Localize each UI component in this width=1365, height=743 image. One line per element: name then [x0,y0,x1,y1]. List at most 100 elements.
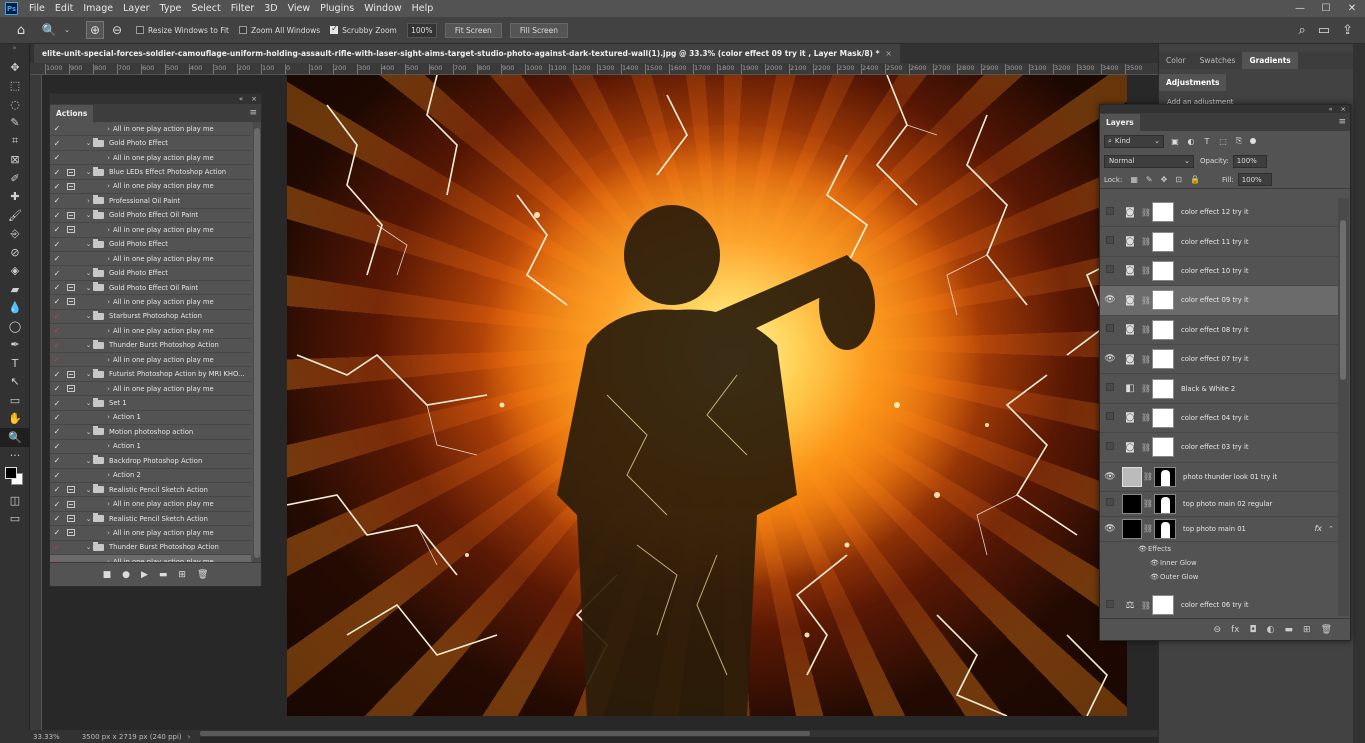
visibility-toggle[interactable]: 👁 [1100,472,1120,482]
toggle-item-checkbox[interactable]: ✓ [50,312,64,321]
action-set-row[interactable]: ✓ ⌄ Gold Photo Effect [50,266,251,281]
layer-name[interactable]: top photo main 01 [1183,525,1246,533]
scrollbar-thumb[interactable] [200,731,810,736]
chain-link-icon[interactable]: ⛓ [1140,443,1152,452]
action-row[interactable]: ✓ › Action 1 [50,439,251,455]
visibility-toggle[interactable] [1100,441,1120,453]
layer-row[interactable]: ◙ ⛓ color effect 12 try it [1100,198,1338,228]
action-set-row[interactable]: ✓ ⌄ Gold Photo Effect Oil Paint [50,280,251,296]
expand-arrow-icon[interactable]: › [104,413,113,421]
eye-icon[interactable]: 👁 [1104,295,1115,305]
visibility-toggle[interactable] [1100,383,1120,394]
action-row[interactable]: ✓ › All in one play action play me [50,122,251,137]
chain-link-icon[interactable]: ⛓ [1140,413,1152,422]
visibility-empty-box[interactable] [1106,441,1114,450]
visibility-toggle[interactable] [1100,324,1120,335]
expand-arrow-icon[interactable]: › [104,500,113,508]
layer-row[interactable]: ◙ ⛓ color effect 04 try it [1100,404,1338,434]
link-layers-button[interactable]: ⊖ [1213,625,1221,635]
eye-icon[interactable]: 👁 [1150,573,1160,581]
dialog-toggle[interactable] [64,324,78,337]
visibility-toggle[interactable] [1100,265,1120,276]
dialog-toggle[interactable] [64,209,78,222]
dialog-toggle[interactable] [64,497,78,510]
zoom-tool-icon[interactable]: 🔍 [0,428,30,447]
fx-icon[interactable]: fx [1314,524,1322,533]
pixel-filter-icon[interactable]: ▣ [1170,136,1180,146]
expand-arrow-icon[interactable]: › [104,442,113,450]
dodge-tool-icon[interactable]: ◯ [0,317,30,336]
effects-row[interactable]: 👁 Effects [1100,542,1338,556]
dialog-toggle[interactable] [64,122,78,135]
expand-arrow-icon[interactable]: ⌄ [84,486,93,494]
layer-mask-thumbnail[interactable] [1152,202,1174,223]
layer-row[interactable]: ◙ ⛓ color effect 03 try it [1100,433,1338,463]
layer-name[interactable]: top photo main 02 regular [1183,500,1272,508]
eye-icon[interactable]: 👁 [1138,545,1148,553]
action-row[interactable]: ✓ › All in one play action play me [50,497,251,512]
layer-mask-thumbnail[interactable] [1152,319,1174,340]
dialog-toggle[interactable] [64,295,78,308]
layer-thumbnail[interactable] [1122,466,1142,487]
new-adjustment-button[interactable]: ◐ [1267,625,1275,635]
scrubby-zoom-checkbox[interactable]: Scrubby Zoom [330,24,397,35]
layer-row[interactable]: 👁 ⛓ top photo main 01 fx ⌃ [1100,517,1338,542]
action-set-row[interactable]: ✓ ⌄ Motion photoshop action [50,425,251,440]
toggle-item-checkbox[interactable]: ✓ [50,442,64,451]
type-filter-icon[interactable]: T [1202,136,1212,146]
toggle-item-checkbox[interactable]: ✓ [50,168,64,177]
dialog-toggle[interactable] [64,382,78,395]
layer-row[interactable]: ⛓ top photo main 02 regular [1100,492,1338,517]
eyedropper-tool-icon[interactable]: ✐ [0,169,30,188]
expand-arrow-icon[interactable]: ⌄ [84,312,93,320]
menu-view[interactable]: View [283,3,316,14]
layers-scrollbar[interactable] [1338,198,1349,616]
chain-link-icon[interactable]: ⛓ [1142,524,1154,533]
checkbox-box-checked[interactable] [330,24,339,34]
panel-menu-icon[interactable]: ≡ [1338,117,1346,127]
tab-actions[interactable]: Actions [50,105,94,122]
chain-link-icon[interactable]: ⛓ [1140,237,1152,246]
layer-row[interactable]: ⚖ ⛓ color effect 06 try it [1100,591,1338,616]
visibility-toggle[interactable]: 👁 [1100,354,1120,364]
layer-thumbnail[interactable] [1122,493,1142,514]
menu-type[interactable]: Type [155,3,187,14]
layer-row[interactable]: ◙ ⛓ color effect 08 try it [1100,316,1338,345]
move-tool-icon[interactable]: ✥ [0,58,30,77]
visibility-empty-box[interactable] [1106,412,1114,421]
toggle-item-checkbox[interactable]: ✓ [50,153,64,162]
dialog-toggle[interactable] [64,310,78,323]
checkbox-box[interactable] [238,26,247,34]
dialog-toggle[interactable] [64,136,78,149]
layer-name[interactable]: photo thunder look 01 try it [1183,473,1277,481]
foreground-color-swatch[interactable] [5,467,17,479]
visibility-empty-box[interactable] [1106,383,1114,392]
eraser-tool-icon[interactable]: ◈ [0,262,30,281]
action-set-row[interactable]: ✓ ⌄ Blue LEDs Effect Photoshop Action [50,165,251,180]
action-row[interactable]: ✓ › Action 1 [50,410,251,426]
menu-edit[interactable]: Edit [50,3,78,14]
dialog-toggle[interactable] [64,223,78,236]
type-tool-icon[interactable]: T [0,354,30,373]
expand-arrow-icon[interactable]: ⌄ [84,515,93,523]
expand-arrow-icon[interactable]: ⌄ [84,341,93,349]
zoom-in-icon[interactable]: ⊕ [86,21,104,39]
visibility-empty-box[interactable] [1106,236,1114,245]
action-set-row[interactable]: ✓ ⌄ Gold Photo Effect [50,136,251,151]
maximize-button[interactable]: ☐ [1313,0,1339,17]
zoom-value-field[interactable]: 100% [406,22,437,38]
document-canvas-image[interactable] [287,75,1127,716]
chain-link-icon[interactable]: ⛓ [1140,384,1152,393]
expand-arrow-icon[interactable]: › [104,298,113,306]
layer-name[interactable]: color effect 04 try it [1181,414,1249,422]
opacity-field[interactable]: 100% [1232,154,1267,168]
zoom-level[interactable]: 33.33% [33,733,60,741]
action-set-row[interactable]: ✓ ⌄ Futurist Photoshop Action by MRI KHO..… [50,367,251,382]
visibility-toggle[interactable]: 👁 [1100,524,1120,534]
scrollbar-thumb[interactable] [254,128,260,558]
expand-arrow-icon[interactable]: › [104,226,113,234]
delete-action-button[interactable]: 🗑 [197,570,208,580]
lock-artboard-icon[interactable]: ⊡ [1175,175,1182,184]
lock-all-icon[interactable]: 🔒 [1190,175,1200,184]
layer-name[interactable]: color effect 08 try it [1181,326,1249,334]
